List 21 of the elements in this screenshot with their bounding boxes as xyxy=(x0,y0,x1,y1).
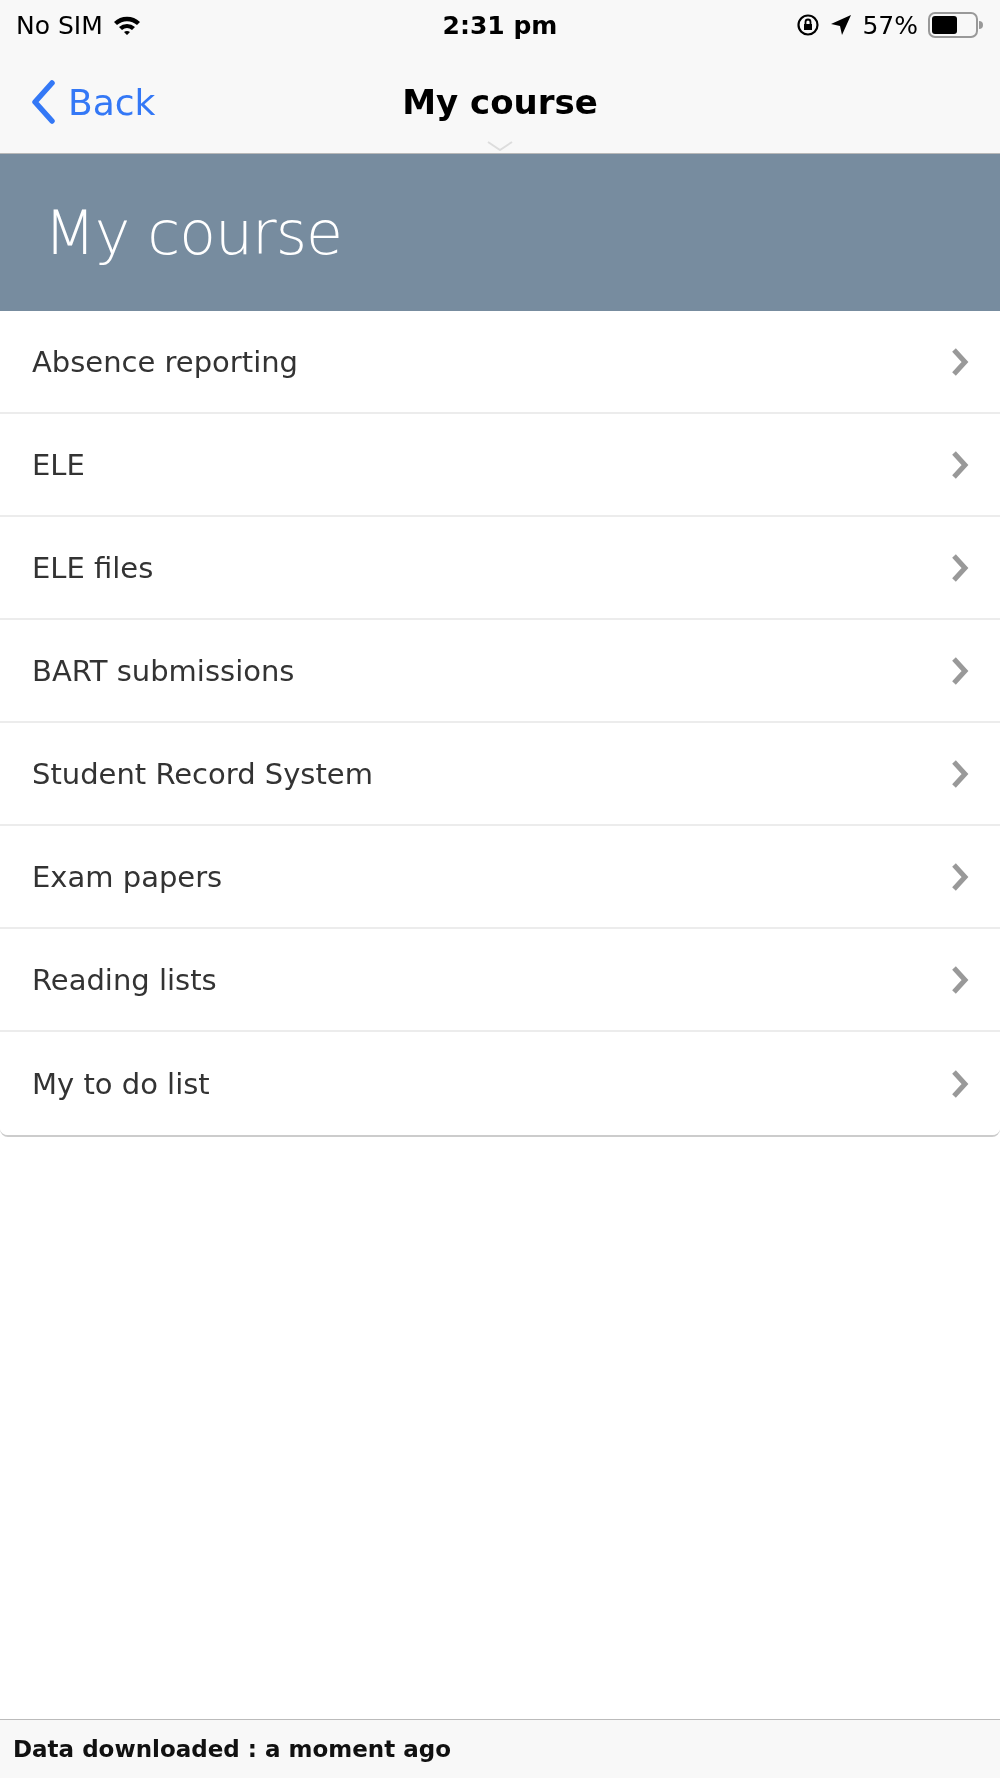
chevron-right-icon xyxy=(950,552,970,583)
battery-icon xyxy=(928,12,984,38)
clock-time: 2:31 pm xyxy=(442,10,558,40)
back-button[interactable]: Back xyxy=(26,74,160,130)
rotation-lock-icon xyxy=(796,13,821,37)
carrier-label: No SIM xyxy=(16,10,103,40)
chevron-right-icon xyxy=(950,1068,970,1099)
chevron-down-icon xyxy=(487,141,513,151)
chevron-left-icon xyxy=(30,80,56,124)
chevron-right-icon xyxy=(950,655,970,686)
wifi-icon xyxy=(112,14,141,36)
page-title: My course xyxy=(44,197,342,268)
chevron-right-icon xyxy=(950,964,970,995)
nav-title: My course xyxy=(402,81,598,122)
chevron-right-icon xyxy=(950,861,970,892)
battery-percent: 57% xyxy=(862,10,918,40)
chevron-right-icon xyxy=(950,449,970,480)
location-arrow-icon xyxy=(830,14,853,36)
chevron-right-icon xyxy=(950,346,970,377)
chevron-right-icon xyxy=(950,758,970,789)
download-status: Data downloaded : a moment ago xyxy=(13,1736,451,1762)
